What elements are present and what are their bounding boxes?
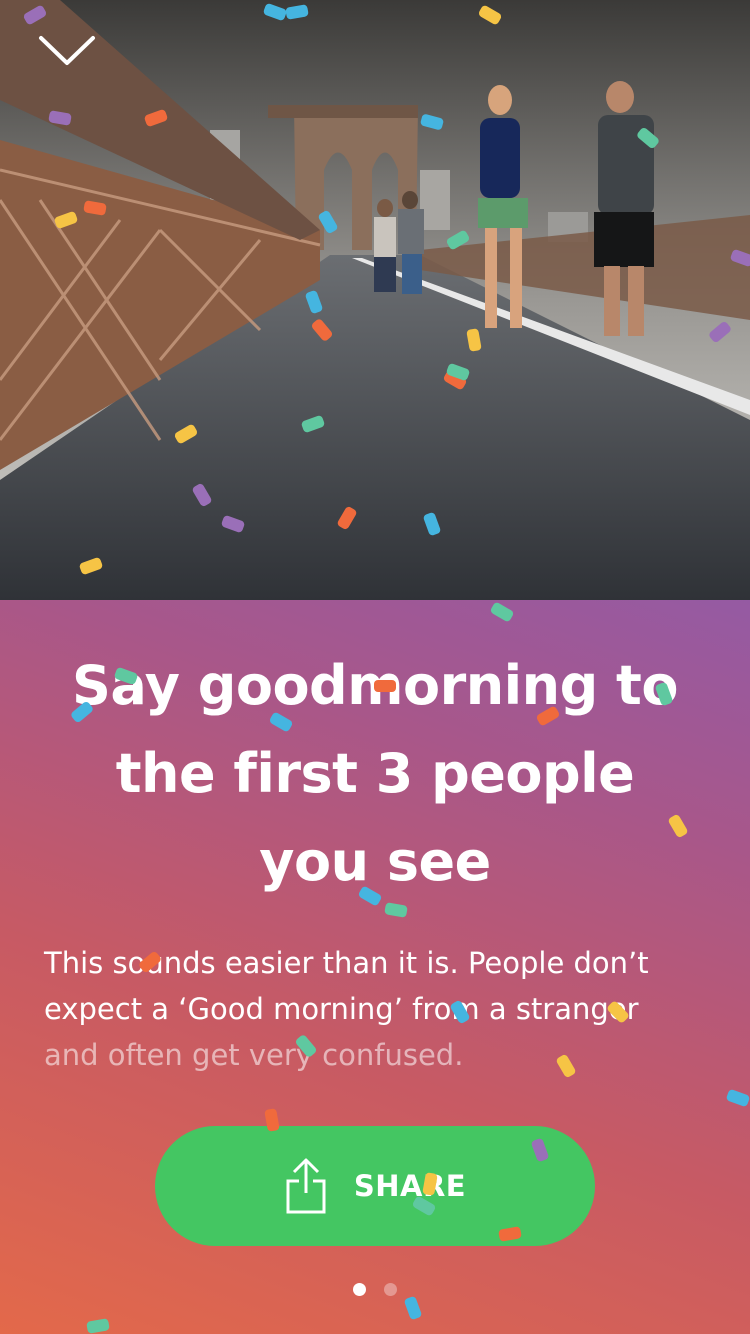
title-line: you see (259, 830, 491, 893)
challenge-description: This sounds easier than it is. People do… (44, 940, 714, 1078)
collapse-button[interactable] (38, 30, 96, 70)
challenge-card: Say goodmorning to the first 3 people yo… (0, 600, 750, 1334)
chevron-down-icon (39, 36, 95, 65)
challenge-title: Say goodmorning to the first 3 people yo… (0, 642, 750, 906)
title-line: the first 3 people (115, 742, 635, 805)
description-line: and often get very confused. (44, 1038, 464, 1072)
bridge-photo-illustration (0, 0, 750, 600)
share-button[interactable]: SHARE (155, 1126, 595, 1246)
description-line: This sounds easier than it is. People do… (44, 946, 649, 980)
share-icon (284, 1157, 328, 1215)
share-label: SHARE (353, 1169, 467, 1203)
page-dot[interactable] (384, 1283, 397, 1296)
page-indicator (0, 1283, 750, 1296)
description-line: expect a ‘Good morning’ from a stranger (44, 992, 639, 1026)
title-line: Say goodmorning to (72, 654, 678, 717)
page-dot-active[interactable] (353, 1283, 366, 1296)
hero-photo (0, 0, 750, 600)
